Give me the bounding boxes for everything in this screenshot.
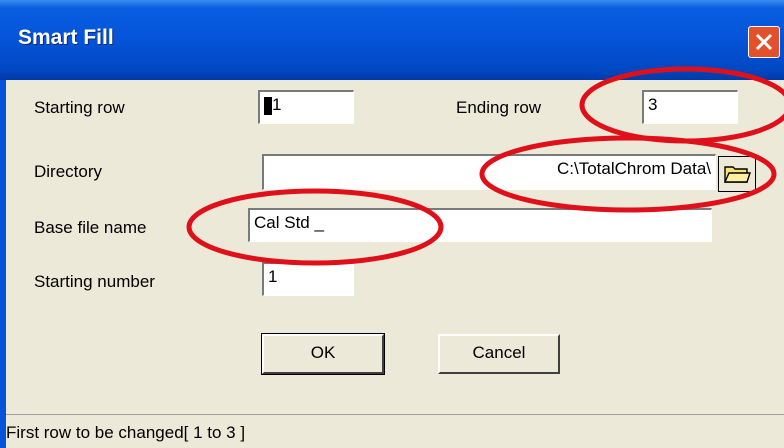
base-file-name-value: Cal Std _ xyxy=(254,213,324,232)
ok-button[interactable]: OK xyxy=(261,333,385,375)
title-bar[interactable]: Smart Fill xyxy=(0,0,784,80)
window-left-border xyxy=(0,80,6,448)
status-bar: First row to be changed[ 1 to 3 ] xyxy=(6,414,784,448)
starting-row-label: Starting row xyxy=(34,98,125,117)
directory-value: C:\TotalChrom Data\ xyxy=(557,159,711,178)
close-button[interactable] xyxy=(748,26,780,58)
ending-row-value: 3 xyxy=(648,95,658,114)
smart-fill-dialog: Smart Fill Starting row 1 Ending row 3 D… xyxy=(0,0,784,448)
browse-folder-button[interactable] xyxy=(718,156,756,192)
starting-number-value: 1 xyxy=(268,267,278,286)
window-title: Smart Fill xyxy=(18,26,114,49)
base-file-name-field[interactable]: Cal Std _ xyxy=(248,208,712,242)
close-icon xyxy=(755,33,773,51)
ending-row-label: Ending row xyxy=(456,98,542,117)
starting-row-field[interactable]: 1 xyxy=(258,90,354,124)
directory-label: Directory xyxy=(34,162,103,181)
text-cursor xyxy=(264,96,272,115)
status-text: First row to be changed[ 1 to 3 ] xyxy=(6,423,246,442)
starting-row-value: 1 xyxy=(272,95,282,114)
folder-icon xyxy=(723,166,751,183)
directory-field[interactable]: C:\TotalChrom Data\ xyxy=(262,154,716,190)
starting-number-label: Starting number xyxy=(34,272,155,291)
cancel-button[interactable]: Cancel xyxy=(438,334,560,374)
base-file-name-label: Base file name xyxy=(34,218,147,237)
starting-number-field[interactable]: 1 xyxy=(262,262,354,296)
ending-row-field[interactable]: 3 xyxy=(642,90,738,124)
